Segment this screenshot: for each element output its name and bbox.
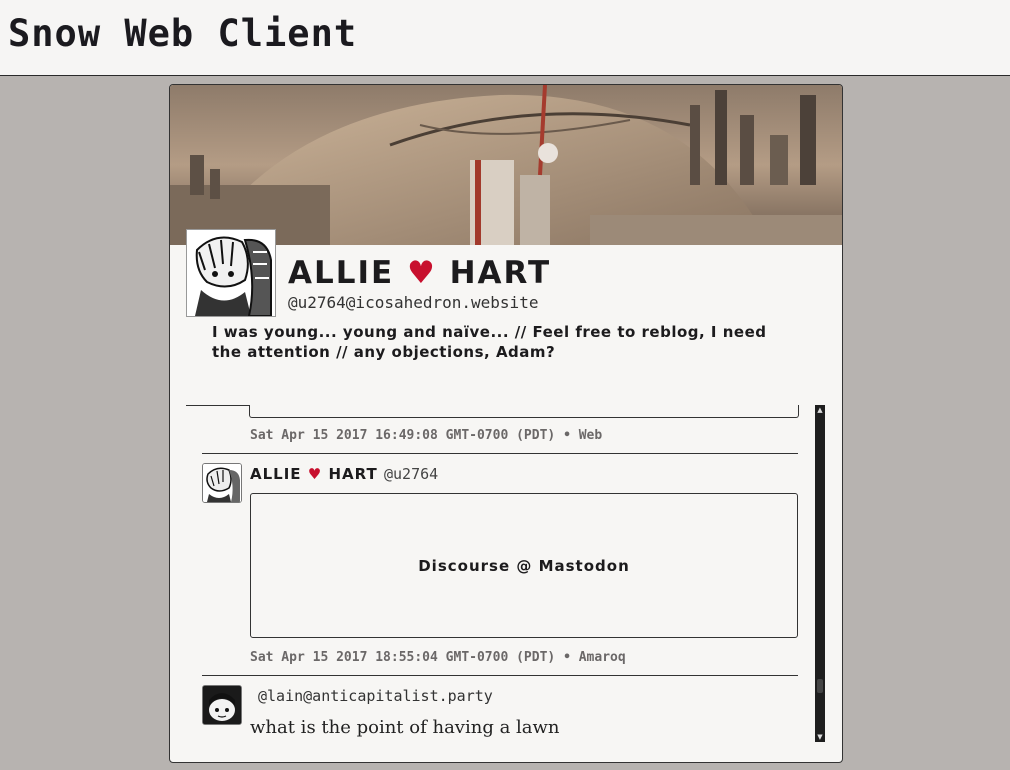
profile-bio: I was young... young and naïve... // Fee… [212, 323, 767, 361]
profile-avatar [186, 229, 276, 317]
link-preview-title: Discourse @ Mastodon [418, 556, 630, 575]
post-avatar[interactable] [202, 685, 242, 725]
profile-card: ALLIE ♥ HART @u2764@icosahedron.website … [169, 84, 843, 763]
profile-handle[interactable]: @u2764@icosahedron.website [288, 293, 538, 312]
timeline[interactable]: Sat Apr 15 2017 16:49:08 GMT-0700 (PDT) … [186, 405, 827, 745]
post-separator [202, 453, 798, 454]
post-author-first: ALLIE [250, 465, 302, 483]
link-preview-card[interactable]: Discourse @ Mastodon [250, 493, 798, 638]
post-timestamp[interactable]: Sat Apr 15 2017 16:49:08 GMT-0700 (PDT) … [250, 428, 602, 443]
post-author-handle: @u2764 [384, 465, 439, 483]
scroll-thumb[interactable] [817, 679, 823, 693]
heart-icon: ♥ [407, 255, 437, 291]
profile-banner-image [170, 85, 842, 245]
app-title: Snow Web Client [8, 12, 358, 55]
scroll-down-icon[interactable]: ▼ [815, 732, 825, 742]
post-timestamp[interactable]: Sat Apr 15 2017 18:55:04 GMT-0700 (PDT) … [250, 650, 626, 665]
post-author-last: HART [328, 465, 378, 483]
app-header: Snow Web Client [0, 0, 1010, 76]
profile-name-last: HART [449, 255, 552, 291]
post-author-handle[interactable]: @lain@anticapitalist.party [258, 687, 493, 705]
post-author[interactable]: ALLIE ♥ HART @u2764 [250, 465, 438, 483]
post-content: what is the point of having a lawn [250, 717, 560, 738]
profile-display-name: ALLIE ♥ HART [288, 255, 551, 291]
heart-icon: ♥ [307, 465, 323, 483]
post-avatar[interactable] [202, 463, 242, 503]
previous-post-card [249, 405, 799, 418]
timeline-scrollbar[interactable]: ▲ ▼ [815, 405, 825, 742]
post-separator [202, 675, 798, 676]
profile-name-first: ALLIE [288, 255, 395, 291]
scroll-up-icon[interactable]: ▲ [815, 405, 825, 415]
